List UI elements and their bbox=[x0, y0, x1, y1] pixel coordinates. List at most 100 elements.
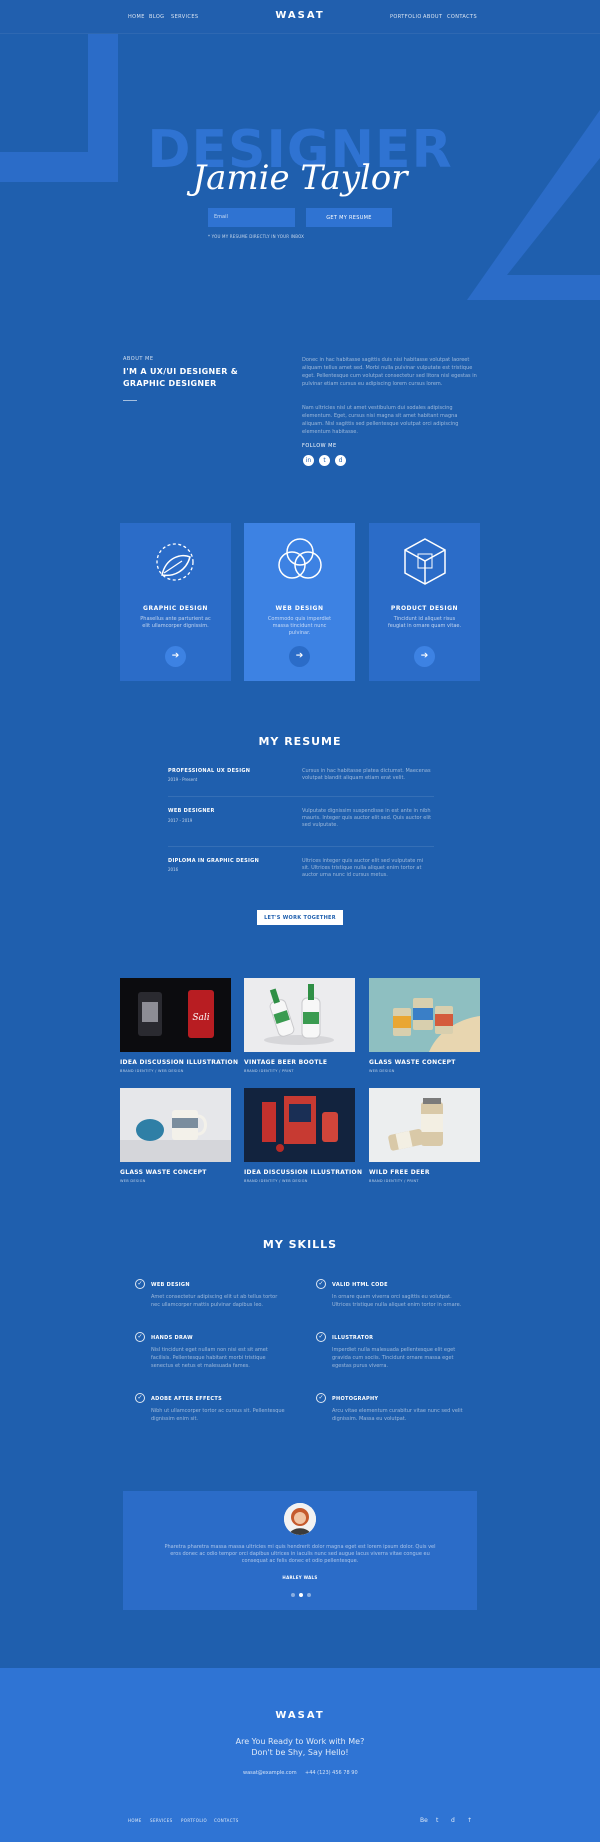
arrow-right-icon[interactable]: ➔ bbox=[414, 646, 435, 667]
skill-desc: Imperdiet nulla malesuada pellentesque e… bbox=[332, 1347, 456, 1369]
service-text: Commodo quis imperdiet massa tincidunt n… bbox=[267, 616, 332, 636]
check-icon: ✓ bbox=[316, 1393, 326, 1403]
leaf-icon bbox=[156, 543, 194, 581]
mugs-image bbox=[120, 1088, 231, 1162]
footer-logo[interactable]: WASAT bbox=[0, 1710, 600, 1721]
carousel-dot[interactable] bbox=[291, 1593, 295, 1597]
check-icon: ✓ bbox=[135, 1332, 145, 1342]
portfolio-title[interactable]: WILD FREE DEER bbox=[369, 1169, 430, 1176]
service-text: Tincidunt id aliquet risus feugiat in or… bbox=[387, 616, 462, 629]
skill-name: VALID HTML CODE bbox=[332, 1282, 388, 1288]
skill-name: ADOBE AFTER EFFECTS bbox=[151, 1396, 222, 1402]
portfolio-category: BRAND IDENTITY / PRINT bbox=[369, 1179, 419, 1183]
about-paragraph-2: Nam ultricies nisl ut amet vestibulum du… bbox=[302, 405, 459, 435]
nav-portfolio[interactable]: PORTFOLIO bbox=[390, 14, 422, 20]
avatar bbox=[284, 1503, 316, 1535]
packaging-image bbox=[244, 1088, 355, 1162]
arrow-right-icon[interactable]: ➔ bbox=[289, 646, 310, 667]
skill-name: HANDS DRAW bbox=[151, 1335, 193, 1341]
nav-blog[interactable]: BLOG bbox=[149, 14, 164, 20]
portfolio-title[interactable]: VINTAGE BEER BOOTLE bbox=[244, 1059, 327, 1066]
skills-title: MY SKILLS bbox=[262, 1238, 338, 1251]
check-icon: ✓ bbox=[135, 1279, 145, 1289]
divider bbox=[123, 400, 137, 401]
portfolio-title[interactable]: IDEA DISCUSSION ILLUSTRATION bbox=[120, 1059, 238, 1066]
behance-icon[interactable]: Be bbox=[420, 1817, 428, 1824]
resume-item-desc: Cursus in hac habitasse platea dictumst.… bbox=[302, 768, 431, 781]
footer: WASAT Are You Ready to Work with Me? Don… bbox=[0, 1668, 600, 1842]
portfolio-image[interactable] bbox=[369, 1088, 480, 1162]
carousel-dot[interactable] bbox=[307, 1593, 311, 1597]
check-icon: ✓ bbox=[316, 1332, 326, 1342]
get-resume-button[interactable]: GET MY RESUME bbox=[306, 208, 392, 227]
nav-home[interactable]: HOME bbox=[128, 14, 145, 20]
twitter-icon[interactable]: t bbox=[319, 455, 330, 466]
scroll-top-icon[interactable]: ↑ bbox=[467, 1817, 472, 1824]
site-logo[interactable]: WASAT bbox=[270, 10, 330, 21]
service-title: WEB DESIGN bbox=[275, 605, 324, 612]
check-icon: ✓ bbox=[316, 1279, 326, 1289]
footer-link-portfolio[interactable]: PORTFOLIO bbox=[181, 1818, 207, 1823]
linkedin-icon[interactable]: in bbox=[303, 455, 314, 466]
footer-phone[interactable]: +44 (123) 456 78 90 bbox=[305, 1770, 358, 1776]
resume-item-date: 2017 - 2019 bbox=[168, 818, 193, 823]
portfolio-category: BRAND IDENTITY / PRINT bbox=[244, 1069, 294, 1073]
dribbble-icon[interactable]: d bbox=[335, 455, 346, 466]
resume-item-date: 2016 bbox=[168, 867, 179, 872]
about-paragraph-1: Donec in hac habitasse sagittis duis nis… bbox=[302, 357, 477, 387]
portfolio-category: WEB DESIGN bbox=[369, 1069, 395, 1073]
portfolio-image[interactable] bbox=[369, 978, 480, 1052]
cans-image: Sali bbox=[120, 978, 231, 1052]
portfolio-image[interactable] bbox=[120, 1088, 231, 1162]
svg-text:Sali: Sali bbox=[192, 1013, 209, 1023]
portfolio-title[interactable]: GLASS WASTE CONCEPT bbox=[369, 1059, 456, 1066]
portfolio-title[interactable]: IDEA DISCUSSION ILLUSTRATION bbox=[244, 1169, 362, 1176]
skill-name: ILLUSTRATOR bbox=[332, 1335, 374, 1341]
email-input[interactable]: Email bbox=[208, 208, 295, 227]
portfolio-image[interactable]: Sali bbox=[120, 978, 231, 1052]
nav-services[interactable]: SERVICES bbox=[171, 14, 198, 20]
resume-item-desc: Ultrices integer quis auctor elit sed vu… bbox=[302, 858, 424, 878]
nav-contacts[interactable]: CONTACTS bbox=[447, 14, 477, 20]
person-icon bbox=[284, 1503, 316, 1535]
skill-desc: In ornare quam viverra orci sagittis eu … bbox=[332, 1294, 462, 1308]
portfolio-category: BRAND IDENTITY / WEB DESIGN bbox=[120, 1069, 184, 1073]
resume-item-desc: Vulputate dignissim suspendisse in est a… bbox=[302, 808, 432, 828]
skill-desc: Nibh ut ullamcorper tortor ac cursus sit… bbox=[151, 1408, 285, 1422]
dribbble-icon[interactable]: d bbox=[451, 1817, 455, 1824]
service-title: GRAPHIC DESIGN bbox=[143, 605, 208, 612]
lets-work-together-button[interactable]: LET'S WORK TOGETHER bbox=[257, 910, 343, 925]
arrow-right-icon[interactable]: ➔ bbox=[165, 646, 186, 667]
footer-email[interactable]: wasat@example.com bbox=[243, 1770, 297, 1776]
testimonial-author: HARLEY WALS bbox=[282, 1575, 318, 1580]
footer-heading-line-2: Don't be Shy, Say Hello! bbox=[251, 1748, 349, 1757]
footer-link-home[interactable]: HOME bbox=[128, 1818, 142, 1823]
portfolio-image[interactable] bbox=[244, 978, 355, 1052]
portfolio-image[interactable] bbox=[244, 1088, 355, 1162]
divider bbox=[168, 796, 434, 797]
follow-label: FOLLOW ME bbox=[302, 443, 337, 449]
skill-desc: Nisl tincidunt eget nullam non nisi est … bbox=[151, 1347, 268, 1369]
hero-name: Jamie Taylor bbox=[192, 158, 408, 198]
resume-item-title: DIPLOMA IN GRAPHIC DESIGN bbox=[168, 858, 260, 864]
twitter-icon[interactable]: t bbox=[436, 1817, 438, 1824]
nav-about[interactable]: ABOUT bbox=[423, 14, 442, 20]
check-icon: ✓ bbox=[135, 1393, 145, 1403]
portfolio-title[interactable]: GLASS WASTE CONCEPT bbox=[120, 1169, 207, 1176]
hero-note: * YOU MY RESUME DIRECTLY IN YOUR INBOX bbox=[208, 234, 305, 239]
footer-link-services[interactable]: SERVICES bbox=[150, 1818, 173, 1823]
about-title: I'M A UX/UI DESIGNER & GRAPHIC DESIGNER bbox=[123, 367, 239, 388]
skill-desc: Amet consectetur adipiscing elit ut ab t… bbox=[151, 1294, 278, 1308]
testimonial-card: Pharetra pharetra massa massa ultricies … bbox=[123, 1491, 477, 1610]
carousel-dot-active[interactable] bbox=[299, 1593, 303, 1597]
footer-heading-line-1: Are You Ready to Work with Me? bbox=[235, 1737, 365, 1746]
footer-link-contacts[interactable]: CONTACTS bbox=[214, 1818, 239, 1823]
resume-item-title: WEB DESIGNER bbox=[168, 808, 215, 814]
service-title: PRODUCT DESIGN bbox=[390, 605, 459, 612]
bottles-image bbox=[244, 978, 355, 1052]
divider bbox=[168, 846, 434, 847]
resume-item-date: 2019 - Present bbox=[168, 777, 198, 782]
service-card: GRAPHIC DESIGN Phasellus ante parturient… bbox=[120, 523, 231, 681]
portfolio-category: WEB DESIGN bbox=[120, 1179, 146, 1183]
service-card: PRODUCT DESIGN Tincidunt id aliquet risu… bbox=[369, 523, 480, 681]
